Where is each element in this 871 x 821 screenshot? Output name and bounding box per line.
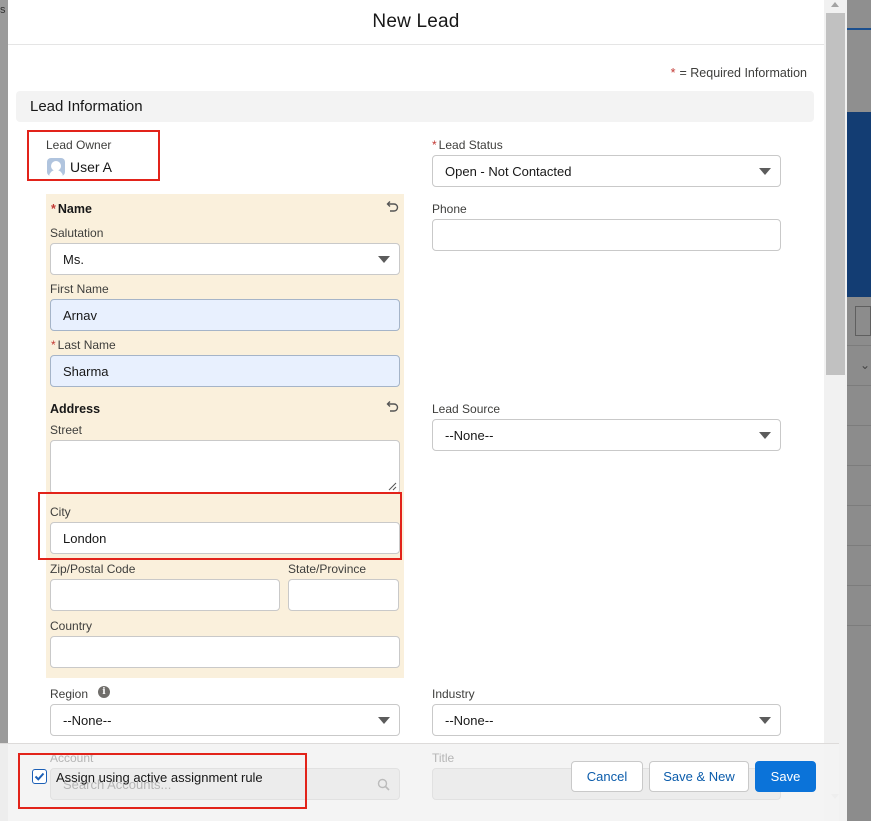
state-label: State/Province	[288, 562, 367, 576]
background-row-divider	[847, 465, 871, 466]
last-name-label-text: Last Name	[57, 338, 116, 352]
region-value: --None--	[63, 712, 112, 728]
street-textarea[interactable]	[50, 440, 400, 494]
chevron-down-icon	[378, 256, 390, 263]
background-row-divider	[847, 625, 871, 626]
chevron-down-icon	[378, 717, 390, 724]
phone-input[interactable]	[432, 219, 781, 251]
background-button-group	[855, 306, 871, 336]
last-name-input[interactable]: Sharma	[50, 355, 400, 387]
background-row-divider	[847, 385, 871, 386]
street-label: Street	[50, 423, 83, 437]
undo-icon[interactable]	[385, 400, 399, 414]
salutation-label: Salutation	[50, 226, 104, 240]
address-group-label: Address	[50, 402, 101, 416]
lead-status-value: Open - Not Contacted	[445, 163, 572, 179]
required-info-text: = Required Information	[679, 66, 807, 80]
section-title: Lead Information	[30, 98, 143, 115]
lead-source-select[interactable]: --None--	[432, 419, 781, 451]
first-name-value: Arnav	[63, 307, 97, 323]
background-left-text: s	[0, 4, 6, 16]
background-left-strip: s	[0, 0, 8, 821]
required-star-icon: *	[51, 202, 56, 216]
background-row-divider	[847, 425, 871, 426]
background-banner	[847, 112, 871, 297]
background-tab-underline	[847, 28, 871, 30]
industry-select[interactable]: --None--	[432, 704, 781, 736]
industry-label: Industry	[432, 687, 475, 701]
annotation-box-city	[38, 492, 402, 560]
zip-input[interactable]	[50, 579, 280, 611]
required-info-legend: * = Required Information	[671, 66, 807, 80]
title-label: Title	[432, 751, 455, 765]
name-group-label: * Name	[51, 202, 92, 216]
zip-label: Zip/Postal Code	[50, 562, 136, 576]
required-star-icon: *	[51, 338, 56, 352]
chevron-down-icon: ⌄	[860, 358, 871, 372]
last-name-label: * Last Name	[51, 338, 116, 352]
annotation-box-assign-rule	[18, 753, 307, 809]
annotation-box-lead-owner	[27, 130, 160, 181]
section-header-lead-information[interactable]: Lead Information	[16, 91, 814, 122]
save-button[interactable]: Save	[755, 761, 816, 792]
chevron-down-icon	[759, 432, 771, 439]
chevron-down-icon	[759, 717, 771, 724]
info-icon[interactable]: i	[98, 686, 110, 698]
lead-source-value: --None--	[445, 427, 494, 443]
scroll-up-icon[interactable]	[831, 2, 839, 7]
required-star-icon: *	[432, 138, 437, 152]
background-row-divider	[847, 345, 871, 346]
resize-handle-icon[interactable]	[387, 481, 397, 491]
lead-source-label: Lead Source	[432, 402, 501, 416]
industry-value: --None--	[445, 712, 494, 728]
save-and-new-button[interactable]: Save & New	[649, 761, 749, 792]
background-list-area	[847, 297, 871, 821]
search-icon	[377, 778, 390, 791]
modal-title: New Lead	[372, 11, 460, 32]
lead-status-select[interactable]: Open - Not Contacted	[432, 155, 781, 187]
salutation-select[interactable]: Ms.	[50, 243, 400, 275]
scrollbar-thumb[interactable]	[826, 13, 845, 375]
salutation-value: Ms.	[63, 251, 84, 267]
lead-status-label-text: Lead Status	[438, 138, 503, 152]
state-input[interactable]	[288, 579, 399, 611]
background-right-panel	[847, 0, 871, 112]
region-label: Region	[50, 687, 89, 701]
background-row-divider	[847, 585, 871, 586]
cancel-button[interactable]: Cancel	[571, 761, 643, 792]
background-row-divider	[847, 545, 871, 546]
phone-label: Phone	[432, 202, 467, 216]
chevron-down-icon	[759, 168, 771, 175]
lead-status-label: * Lead Status	[432, 138, 503, 152]
region-select[interactable]: --None--	[50, 704, 400, 736]
first-name-input[interactable]: Arnav	[50, 299, 400, 331]
undo-icon[interactable]	[385, 200, 399, 214]
background-row-divider	[847, 505, 871, 506]
first-name-label: First Name	[50, 282, 109, 296]
last-name-value: Sharma	[63, 363, 109, 379]
required-star-icon: *	[670, 66, 676, 80]
name-group-label-text: Name	[57, 202, 92, 216]
country-input[interactable]	[50, 636, 400, 668]
country-label: Country	[50, 619, 93, 633]
new-lead-modal: New Lead * = Required Information Lead In…	[8, 0, 824, 821]
modal-header: New Lead	[8, 0, 824, 45]
